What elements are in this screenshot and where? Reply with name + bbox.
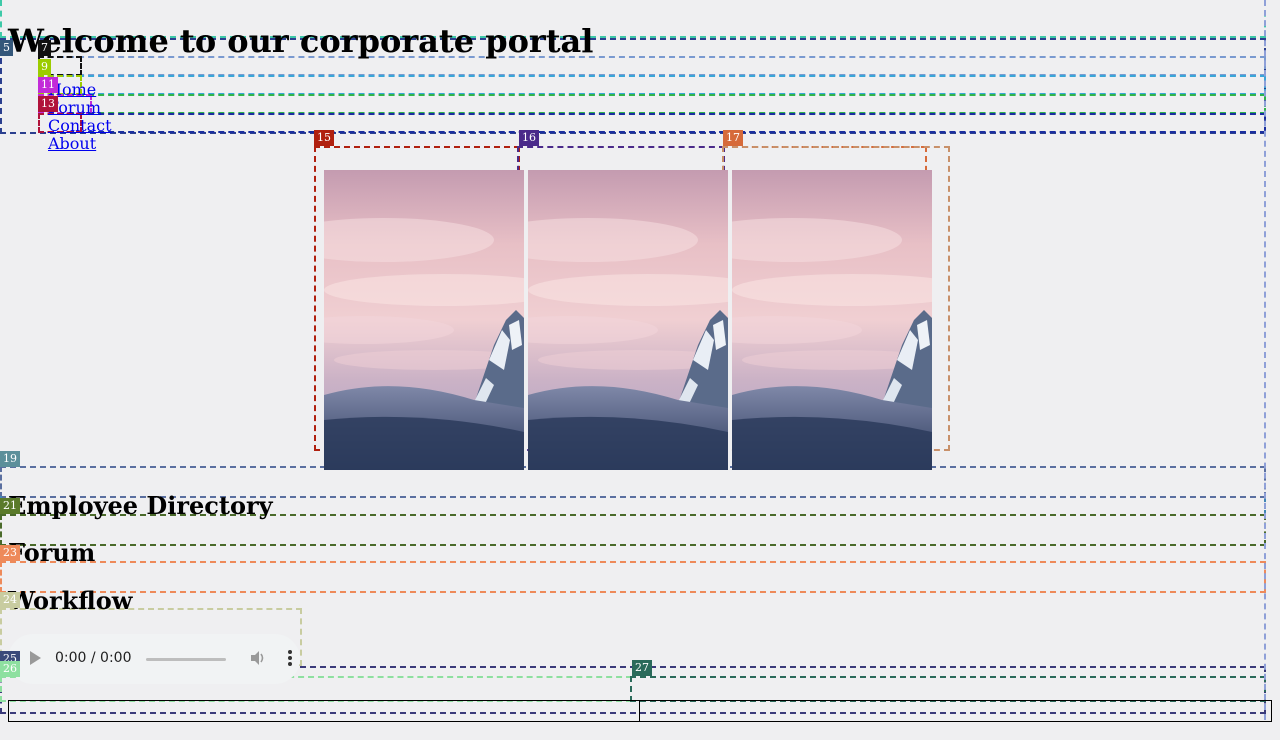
gallery-image-2: [528, 170, 728, 470]
forum-heading: Forum: [8, 538, 96, 567]
annotation-tag: 19: [0, 451, 20, 467]
annotation-tag: 9: [38, 59, 51, 75]
audio-player: 0:00 / 0:00: [8, 634, 300, 684]
audio-progress-slider[interactable]: [146, 658, 226, 661]
annotation-tag: 15: [314, 130, 334, 146]
nav-item-home: Home: [48, 81, 112, 99]
page-title: Welcome to our corporate portal: [8, 22, 594, 60]
text-input-right[interactable]: [639, 700, 1272, 722]
main-navigation: Home Forum Contact About: [48, 81, 112, 153]
annotation-box-13: [38, 113, 1266, 133]
nav-link-forum[interactable]: Forum: [48, 98, 101, 117]
text-input-left[interactable]: [8, 700, 640, 722]
gallery-image-3: [732, 170, 932, 470]
annotation-box-9: [38, 75, 1266, 95]
gallery-image-1: [324, 170, 524, 470]
nav-item-contact: Contact: [48, 117, 112, 135]
volume-icon[interactable]: [249, 649, 267, 667]
nav-link-contact[interactable]: Contact: [48, 116, 112, 135]
annotation-tag: 16: [519, 130, 539, 146]
play-icon[interactable]: [30, 651, 41, 665]
nav-item-forum: Forum: [48, 99, 112, 117]
more-options-icon[interactable]: [288, 650, 292, 668]
audio-time: 0:00 / 0:00: [55, 650, 132, 666]
nav-link-about[interactable]: About: [48, 134, 96, 153]
annotation-box-23: [0, 561, 1266, 593]
page: Welcome to our corporate portal Home For…: [0, 0, 1280, 740]
nav-link-home[interactable]: Home: [48, 80, 96, 99]
annotation-box-27: [630, 676, 1266, 702]
employee-directory-heading: Employee Directory: [8, 491, 273, 520]
workflow-heading: Workflow: [8, 586, 133, 615]
annotation-tag: 17: [723, 130, 743, 146]
nav-item-about: About: [48, 135, 112, 153]
annotation-box-outer: [1264, 0, 1266, 720]
annotation-tag: 27: [632, 660, 652, 676]
annotation-box-11: [38, 94, 1266, 114]
